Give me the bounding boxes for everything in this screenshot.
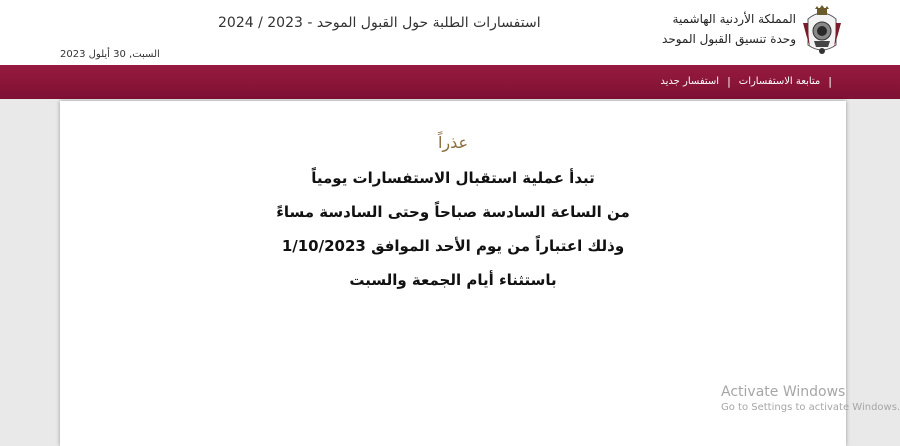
activate-windows-title: Activate Windows: [721, 384, 846, 400]
nav-follow-inquiries[interactable]: متابعة الاستفسارات: [739, 76, 821, 87]
site-title: استفسارات الطلبة حول القبول الموحد - 202…: [218, 15, 541, 31]
header-bar: المملكة الأردنية الهاشمية وحدة تنسيق الق…: [0, 0, 900, 65]
current-date: السبت, 30 أيلول 2023: [60, 49, 160, 60]
notice-line: وذلك اعتباراً من يوم الأحد الموافق 1/10/…: [281, 237, 625, 255]
nav-items: استفسار جديد | متابعة الاستفسارات |: [660, 75, 840, 88]
main-nav: استفسار جديد | متابعة الاستفسارات |: [0, 65, 900, 99]
nav-separator: |: [828, 75, 832, 88]
notice-title: عذراً: [437, 133, 469, 152]
nav-new-inquiry[interactable]: استفسار جديد: [660, 76, 719, 87]
nav-separator: |: [727, 75, 731, 88]
notice-line: من الساعة السادسة صباحاً وحتى السادسة مس…: [276, 203, 630, 221]
activate-windows-hint: Go to Settings to activate Windows.: [721, 402, 900, 413]
notice-line: تبدأ عملية استقبال الاستفسارات يومياً: [311, 169, 595, 187]
org-name: المملكة الأردنية الهاشمية: [672, 12, 796, 26]
jordan-coat-of-arms-icon: [800, 5, 844, 55]
notice-line: باستثناء أيام الجمعة والسبت: [349, 271, 557, 289]
unit-name: وحدة تنسيق القبول الموحد: [662, 32, 796, 46]
